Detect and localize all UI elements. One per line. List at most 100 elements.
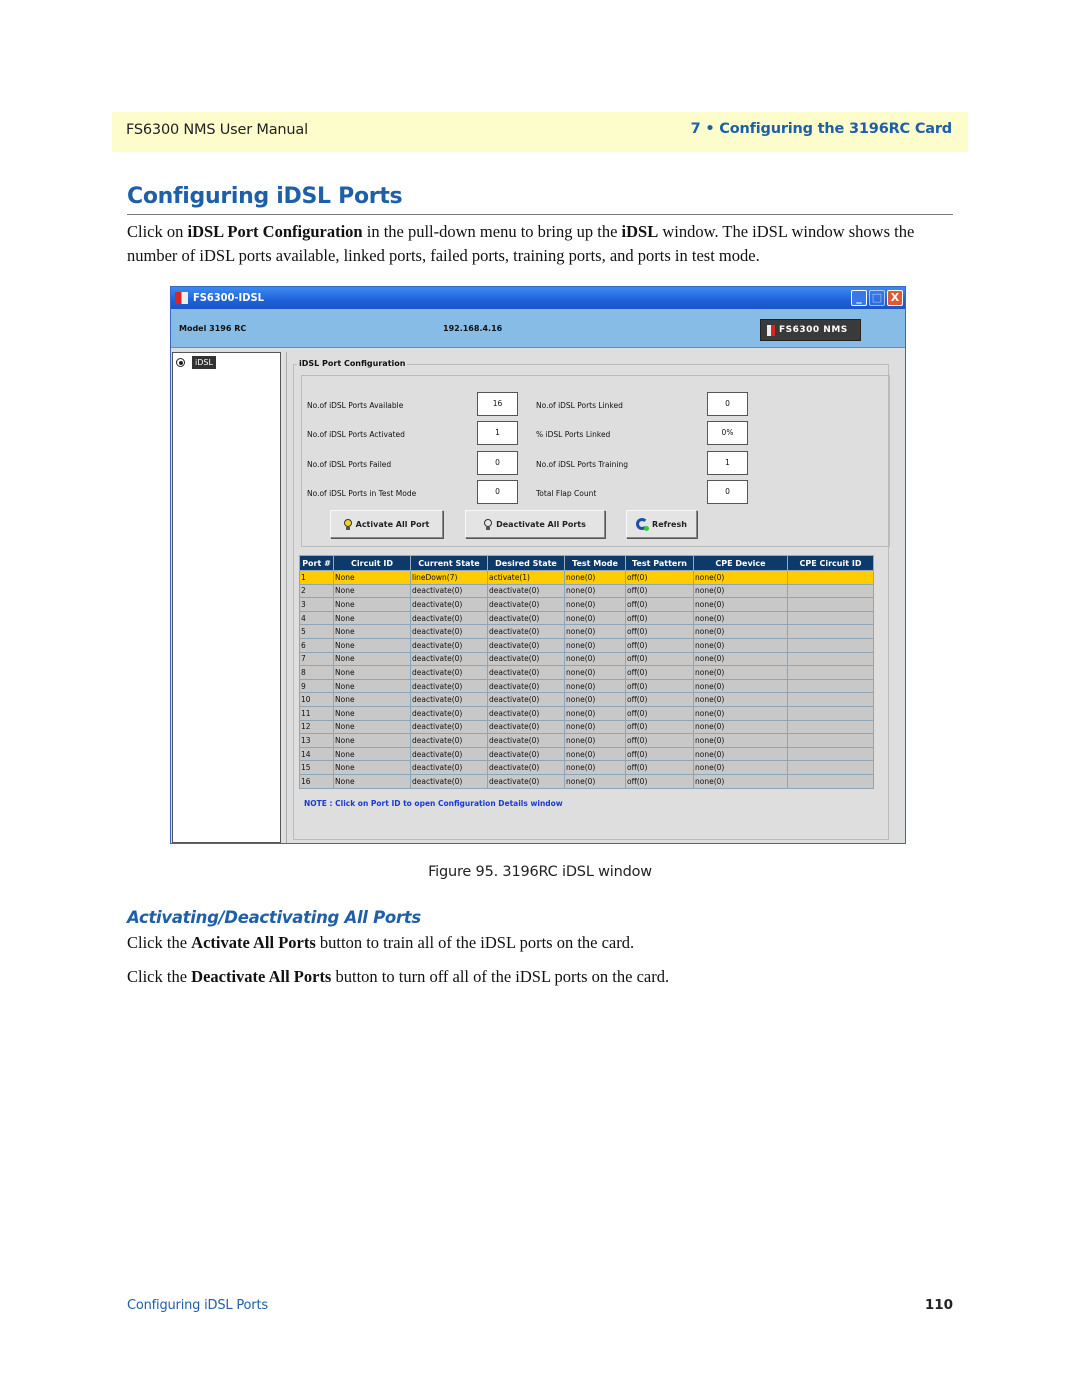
table-row[interactable]: 12 None deactivate(0) deactivate(0) none(0) o… — [299, 719, 874, 735]
table-row[interactable]: 16 None deactivate(0) deactivate(0) none(0) o… — [299, 773, 874, 789]
table-cell: None — [333, 624, 411, 639]
port-id-cell[interactable]: 4 — [299, 610, 334, 626]
table-cell: off(0) — [625, 733, 694, 748]
tree-node-idsl[interactable]: iDSL — [192, 356, 216, 369]
table-cell: deactivate(0) — [410, 637, 488, 653]
table-row[interactable]: 5 None deactivate(0) deactivate(0) none(0) of… — [299, 624, 874, 639]
column-header[interactable]: Test Pattern — [625, 555, 694, 571]
stat-label: No.of iDSL Ports Linked — [536, 401, 623, 410]
close-button[interactable]: X — [887, 290, 903, 306]
idsl-window: FS6300-IDSL _ □ X Model 3196 RC 192.168.… — [170, 286, 906, 844]
table-cell: off(0) — [625, 651, 694, 667]
column-header[interactable]: Circuit ID — [333, 555, 411, 571]
port-id-cell[interactable]: 6 — [299, 637, 334, 653]
table-cell: none(0) — [564, 705, 626, 721]
table-row[interactable]: 2 None deactivate(0) deactivate(0) none(0) of… — [299, 583, 874, 599]
table-cell: deactivate(0) — [410, 665, 488, 680]
table-cell: none(0) — [693, 733, 788, 748]
column-header[interactable]: Test Mode — [564, 555, 626, 571]
table-row[interactable]: 11 None deactivate(0) deactivate(0) none(0) o… — [299, 705, 874, 721]
stat-value-field: 0 — [707, 480, 748, 504]
stat-value-field: 1 — [477, 421, 518, 445]
port-id-cell[interactable]: 11 — [299, 705, 334, 721]
table-cell: off(0) — [625, 678, 694, 694]
port-id-cell[interactable]: 10 — [299, 692, 334, 707]
table-cell: off(0) — [625, 610, 694, 626]
window-titlebar[interactable]: FS6300-IDSL _ □ X — [171, 287, 905, 309]
table-cell: deactivate(0) — [410, 773, 488, 789]
port-id-cell[interactable]: 13 — [299, 733, 334, 748]
table-cell: deactivate(0) — [487, 637, 565, 653]
table-cell: None — [333, 692, 411, 707]
minimize-button[interactable]: _ — [851, 290, 867, 306]
table-cell — [787, 651, 874, 667]
table-cell: None — [333, 719, 411, 735]
table-cell: none(0) — [564, 665, 626, 680]
table-row[interactable]: 15 None deactivate(0) deactivate(0) none(0) o… — [299, 760, 874, 775]
stat-value-field: 16 — [477, 392, 518, 416]
stat-label: No.of iDSL Ports in Test Mode — [307, 489, 417, 498]
radio-icon[interactable] — [176, 358, 185, 367]
table-cell: None — [333, 597, 411, 612]
port-id-cell[interactable]: 9 — [299, 678, 334, 694]
port-id-cell[interactable]: 1 — [299, 570, 334, 585]
port-id-cell[interactable]: 12 — [299, 719, 334, 735]
note-text: NOTE : Click on Port ID to open Configur… — [304, 799, 563, 808]
table-row[interactable]: 3 None deactivate(0) deactivate(0) none(0) of… — [299, 597, 874, 612]
table-row[interactable]: 7 None deactivate(0) deactivate(0) none(0) of… — [299, 651, 874, 667]
table-cell: deactivate(0) — [487, 719, 565, 735]
table-row[interactable]: 14 None deactivate(0) deactivate(0) none(0) o… — [299, 746, 874, 762]
port-id-cell[interactable]: 8 — [299, 665, 334, 680]
deactivate-all-button[interactable]: Deactivate All Ports — [465, 510, 605, 538]
table-cell: none(0) — [564, 570, 626, 585]
port-id-cell[interactable]: 14 — [299, 746, 334, 762]
port-id-cell[interactable]: 16 — [299, 773, 334, 789]
column-header[interactable]: CPE Circuit ID — [787, 555, 874, 571]
table-row[interactable]: 1 None lineDown(7) activate(1) none(0) off(0)… — [299, 570, 874, 585]
table-cell: None — [333, 665, 411, 680]
table-cell: deactivate(0) — [410, 651, 488, 667]
group-title: iDSL Port Configuration — [297, 359, 408, 368]
app-icon — [175, 292, 188, 304]
table-cell: none(0) — [564, 733, 626, 748]
table-row[interactable]: 13 None deactivate(0) deactivate(0) none(0) o… — [299, 733, 874, 748]
table-row[interactable]: 6 None deactivate(0) deactivate(0) none(0) of… — [299, 637, 874, 653]
maximize-button[interactable]: □ — [869, 290, 885, 306]
table-row[interactable]: 9 None deactivate(0) deactivate(0) none(0) of… — [299, 678, 874, 694]
table-row[interactable]: 10 None deactivate(0) deactivate(0) none(0) o… — [299, 692, 874, 707]
port-id-cell[interactable]: 5 — [299, 624, 334, 639]
window-title: FS6300-IDSL — [193, 291, 264, 304]
table-cell: none(0) — [693, 692, 788, 707]
table-cell: None — [333, 637, 411, 653]
table-cell: off(0) — [625, 637, 694, 653]
table-cell: deactivate(0) — [410, 692, 488, 707]
table-cell: none(0) — [564, 583, 626, 599]
column-header[interactable]: Port # — [299, 555, 334, 571]
port-id-cell[interactable]: 7 — [299, 651, 334, 667]
table-cell: deactivate(0) — [487, 692, 565, 707]
ip-address: 192.168.4.16 — [443, 324, 503, 333]
table-cell: deactivate(0) — [410, 705, 488, 721]
column-header[interactable]: CPE Device — [693, 555, 788, 571]
deactivate-paragraph: Click the Deactivate All Ports button to… — [127, 967, 670, 986]
table-cell: none(0) — [693, 583, 788, 599]
stat-label: No.of iDSL Ports Available — [307, 401, 404, 410]
table-row[interactable]: 4 None deactivate(0) deactivate(0) none(0) of… — [299, 610, 874, 626]
activate-all-button[interactable]: Activate All Port — [330, 510, 443, 538]
port-id-cell[interactable]: 15 — [299, 760, 334, 775]
port-id-cell[interactable]: 2 — [299, 583, 334, 599]
column-header[interactable]: Desired State — [487, 555, 565, 571]
table-cell: None — [333, 760, 411, 775]
table-row[interactable]: 8 None deactivate(0) deactivate(0) none(0) of… — [299, 665, 874, 680]
heading-rule — [127, 214, 953, 215]
stat-value-field: 0 — [477, 480, 518, 504]
table-cell: lineDown(7) — [410, 570, 488, 585]
info-bar: Model 3196 RC 192.168.4.16 FS6300 NMS — [171, 309, 905, 348]
table-cell: None — [333, 651, 411, 667]
port-id-cell[interactable]: 3 — [299, 597, 334, 612]
stat-value-field: 1 — [707, 451, 748, 475]
table-cell — [787, 705, 874, 721]
table-cell: none(0) — [564, 624, 626, 639]
column-header[interactable]: Current State — [410, 555, 488, 571]
refresh-button[interactable]: Refresh — [626, 510, 697, 538]
